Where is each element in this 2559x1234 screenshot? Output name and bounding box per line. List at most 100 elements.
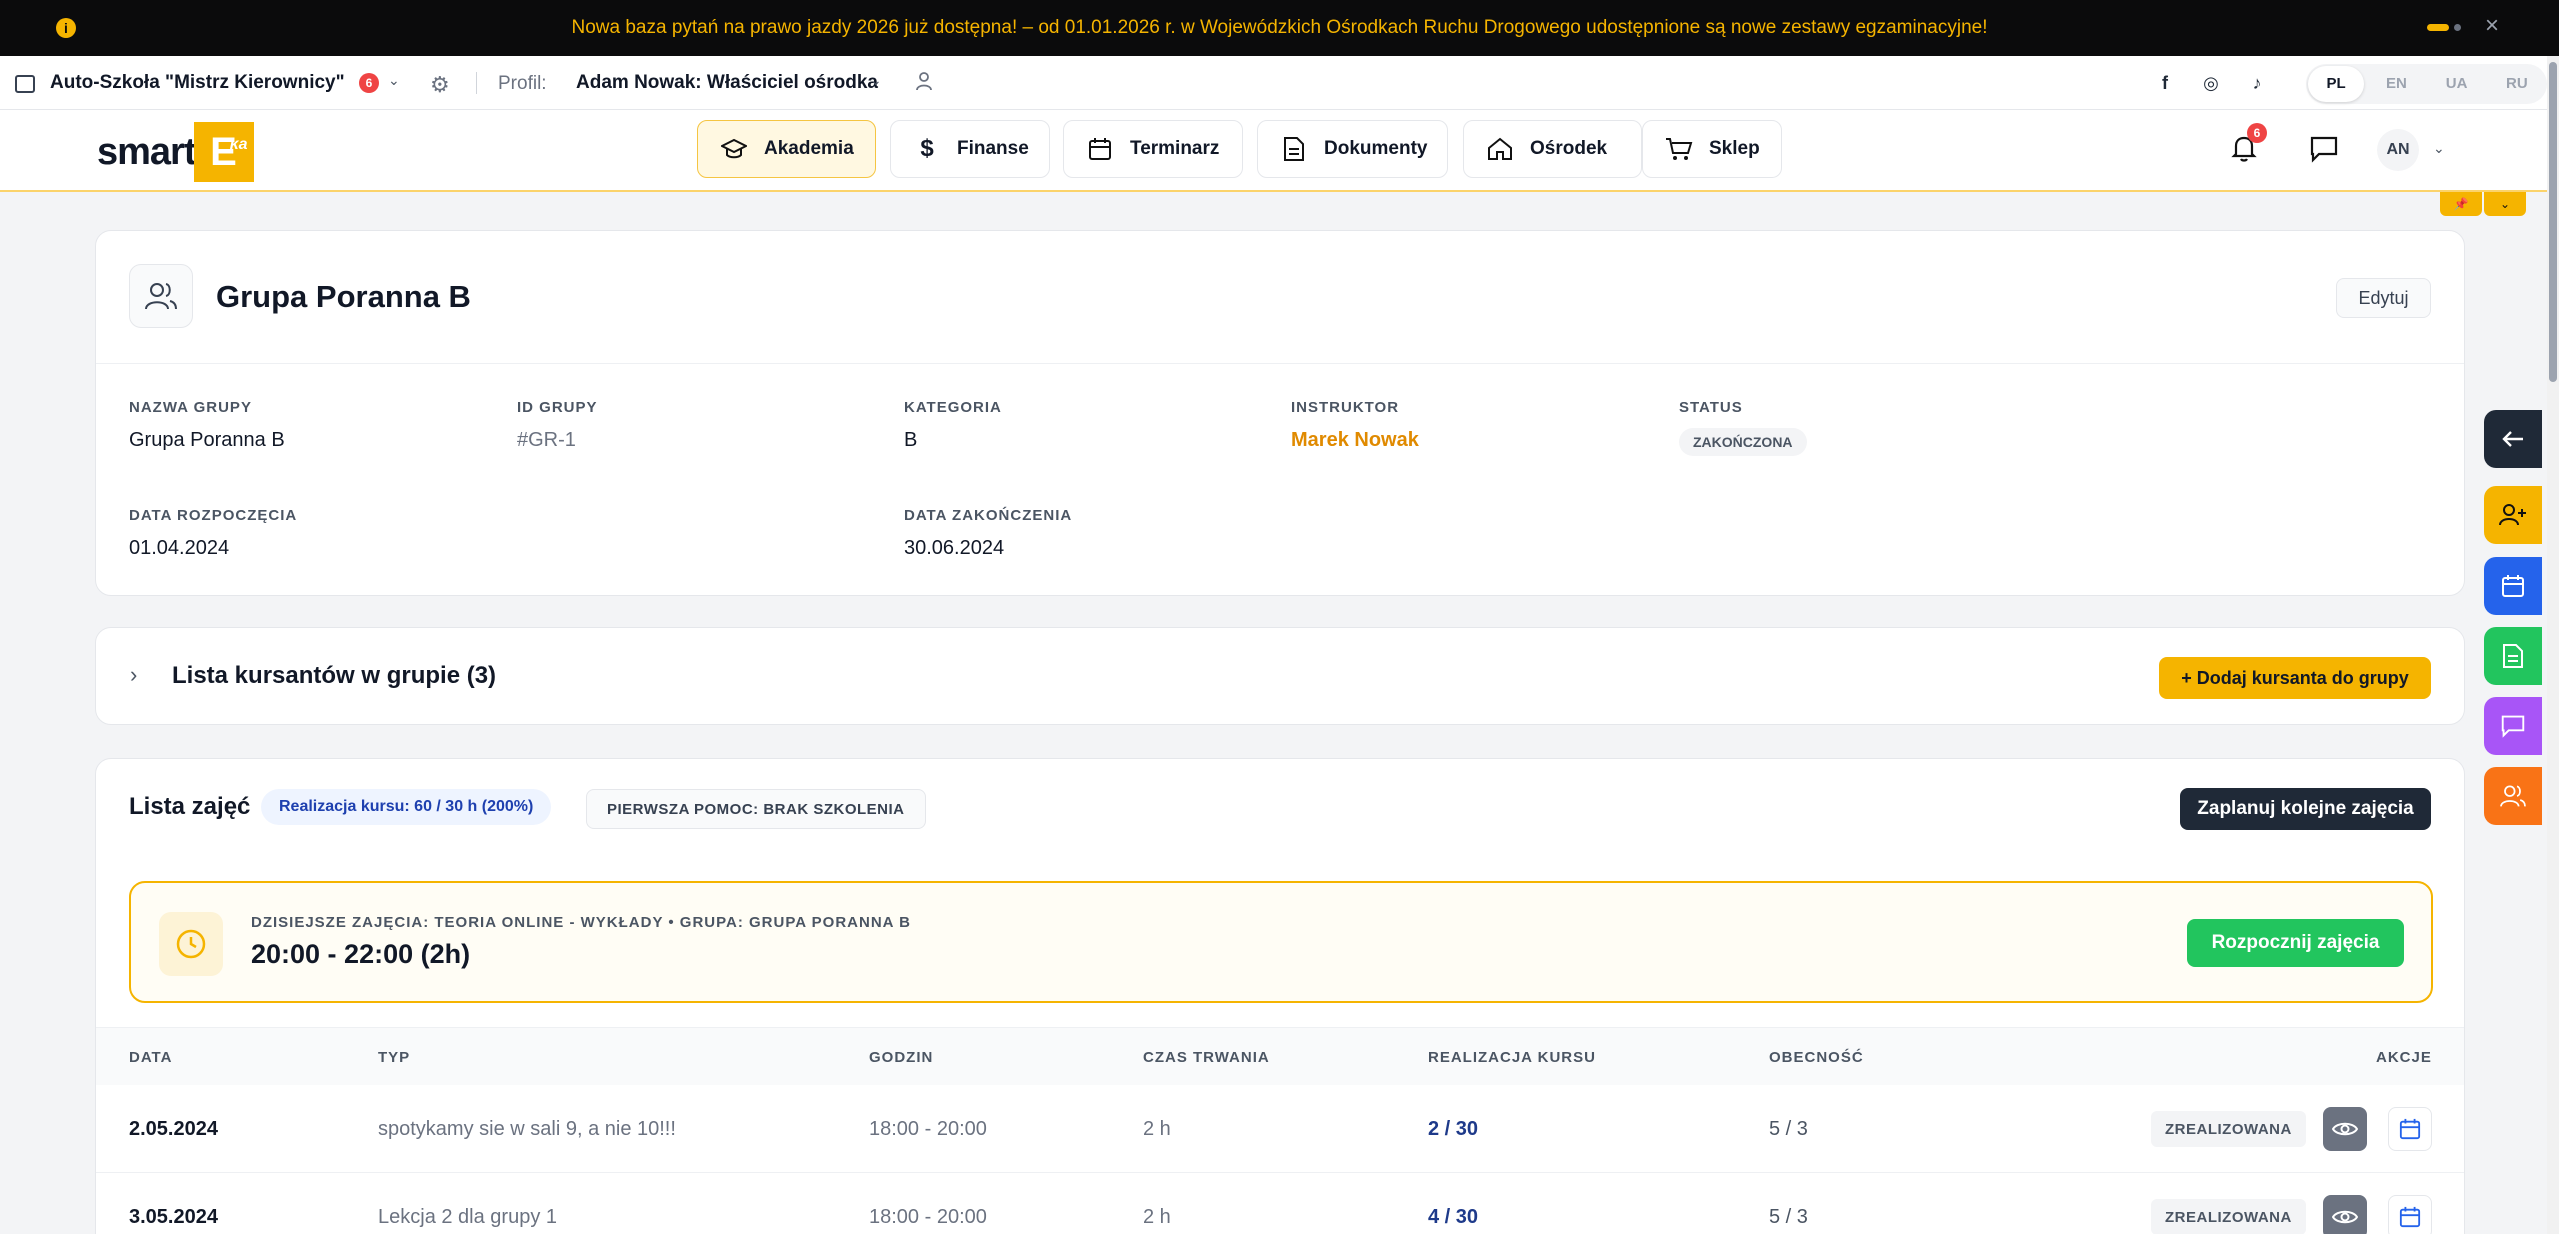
gear-icon[interactable]: ⚙ (430, 72, 450, 98)
add-student-button[interactable]: + Dodaj kursanta do grupy (2159, 657, 2431, 699)
chevron-down-icon[interactable]: ⌄ (2484, 192, 2526, 216)
lang-pl[interactable]: PL (2308, 66, 2365, 102)
scrollbar[interactable] (2547, 56, 2559, 1234)
row-realization: 2 / 30 (1428, 1118, 1479, 1140)
status-badge: ZREALIZOWANA (2151, 1199, 2306, 1234)
students-toggle[interactable]: Lista kursantów w grupie (3) (172, 662, 496, 690)
nav-finanse[interactable]: $ Finanse (890, 120, 1050, 178)
row-duration: 2 h (1143, 1118, 1171, 1140)
row-type: spotykamy sie w sali 9, a nie 10!!! (378, 1118, 676, 1140)
field-label: DATA ZAKOŃCZENIA (904, 507, 1073, 524)
users-icon (129, 264, 193, 328)
field-label: NAZWA GRUPY (129, 399, 252, 416)
logo[interactable]: smart Eka (97, 122, 254, 182)
lang-ua[interactable]: UA (2429, 66, 2485, 102)
back-fab[interactable] (2484, 410, 2542, 468)
group-id-value: #GR-1 (517, 429, 576, 451)
dollar-icon: $ (920, 135, 934, 162)
today-time: 20:00 - 22:00 (2h) (251, 939, 471, 969)
school-badge: 6 (359, 73, 379, 93)
calendar-icon (2399, 1118, 2421, 1140)
chat-fab[interactable] (2484, 697, 2542, 755)
school-icon (15, 75, 35, 93)
instructor-link[interactable]: Marek Nowak (1291, 429, 1419, 452)
column-header: CZAS TRWANIA (1143, 1049, 1270, 1066)
eye-icon (2332, 1122, 2358, 1136)
pin-icon[interactable]: 📌 (2440, 192, 2482, 216)
chevron-right-icon[interactable]: › (130, 662, 137, 688)
document-fab[interactable] (2484, 627, 2542, 685)
column-header: OBECNOŚĆ (1769, 1049, 1864, 1066)
view-button[interactable] (2323, 1195, 2367, 1234)
column-header: GODZIN (869, 1049, 934, 1066)
profile-name[interactable]: Adam Nowak: Właściciel ośrodka (576, 72, 878, 94)
calendar-fab[interactable] (2484, 557, 2542, 615)
tiktok-icon[interactable]: ♪ (2244, 70, 2270, 96)
lang-en[interactable]: EN (2368, 66, 2424, 102)
users-fab[interactable] (2484, 767, 2542, 825)
top-bar: Auto-Szkoła "Mistrz Kierownicy" 6 ⌄ ⚙ Pr… (0, 56, 2547, 110)
start-class-button[interactable]: Rozpocznij zajęcia (2187, 919, 2404, 967)
realization-badge: Realizacja kursu: 60 / 30 h (200%) (261, 789, 552, 825)
cart-icon (1665, 135, 1693, 163)
calendar-icon (2502, 575, 2524, 597)
clock-icon (159, 912, 223, 976)
chat-icon (2501, 715, 2525, 738)
user-plus-icon (2499, 504, 2526, 526)
page-title: Grupa Poranna B (216, 279, 471, 314)
users-icon (2500, 785, 2526, 807)
nav-dokumenty[interactable]: Dokumenty (1257, 120, 1448, 178)
row-realization: 4 / 30 (1428, 1206, 1479, 1228)
divider (96, 363, 2464, 364)
column-header: DATA (129, 1049, 173, 1066)
nav-terminarz[interactable]: Terminarz (1063, 120, 1243, 178)
facebook-icon[interactable]: f (2152, 70, 2178, 96)
arrow-left-icon (2502, 431, 2523, 447)
field-label: INSTRUKTOR (1291, 399, 1400, 416)
divider (476, 72, 477, 94)
school-name[interactable]: Auto-Szkoła "Mistrz Kierownicy" (50, 72, 345, 94)
add-user-fab[interactable] (2484, 486, 2542, 544)
group-name-value: Grupa Poranna B (129, 429, 285, 451)
home-icon (1486, 135, 1514, 163)
eye-icon (2332, 1210, 2358, 1224)
close-icon[interactable]: × (2485, 14, 2499, 38)
nav-sklep[interactable]: Sklep (1642, 120, 1782, 178)
row-date: 3.05.2024 (129, 1206, 218, 1228)
today-class-banner: DZISIEJSZE ZAJĘCIA: TEORIA ONLINE - WYKŁ… (129, 881, 2433, 1003)
announcement-text: Nowa baza pytań na prawo jazdy 2026 już … (571, 17, 1988, 38)
announcement-bar: i Nowa baza pytań na prawo jazdy 2026 ju… (0, 0, 2559, 56)
classes-title: Lista zajęć (129, 793, 251, 820)
start-date-value: 01.04.2024 (129, 537, 230, 559)
header-tabs: 📌 ⌄ (2440, 192, 2526, 216)
schedule-button[interactable] (2388, 1107, 2432, 1151)
table-header: DATA TYP GODZIN CZAS TRWANIA REALIZACJA … (96, 1027, 2464, 1085)
category-value: B (904, 429, 918, 451)
avatar[interactable]: AN (2377, 129, 2419, 171)
status-badge: ZAKOŃCZONA (1679, 428, 1807, 456)
schedule-button[interactable] (2388, 1195, 2432, 1234)
nav-akademia[interactable]: Akademia (697, 120, 876, 178)
column-header: REALIZACJA KURSU (1428, 1049, 1596, 1066)
chevron-down-icon[interactable]: ⌄ (870, 72, 882, 89)
chat-icon[interactable] (2309, 135, 2339, 163)
students-card: › Lista kursantów w grupie (3) + Dodaj k… (95, 627, 2465, 725)
edit-button[interactable]: Edytuj (2336, 278, 2431, 318)
lang-ru[interactable]: RU (2489, 66, 2545, 102)
chevron-down-icon[interactable]: ⌄ (388, 72, 400, 89)
plan-classes-button[interactable]: Zaplanuj kolejne zajęcia (2180, 788, 2431, 830)
scrollbar-thumb[interactable] (2549, 62, 2557, 382)
view-button[interactable] (2323, 1107, 2367, 1151)
row-date: 2.05.2024 (129, 1118, 218, 1140)
profile-label: Profil: (498, 73, 547, 94)
carousel-dots[interactable] (2427, 24, 2461, 31)
user-icon[interactable] (914, 70, 934, 92)
end-date-value: 30.06.2024 (904, 537, 1005, 559)
instagram-icon[interactable]: ◎ (2198, 70, 2224, 96)
table-row: 2.05.2024 spotykamy sie w sali 9, a nie … (96, 1085, 2464, 1173)
nav-osrodek[interactable]: Ośrodek (1463, 120, 1642, 178)
chevron-down-icon[interactable]: ⌄ (2433, 140, 2445, 157)
main-header: smart Eka Akademia $ Finanse Terminarz D… (0, 110, 2547, 192)
group-details-card: Grupa Poranna B Edytuj NAZWA GRUPY Grupa… (95, 230, 2465, 596)
calendar-icon (2399, 1206, 2421, 1228)
